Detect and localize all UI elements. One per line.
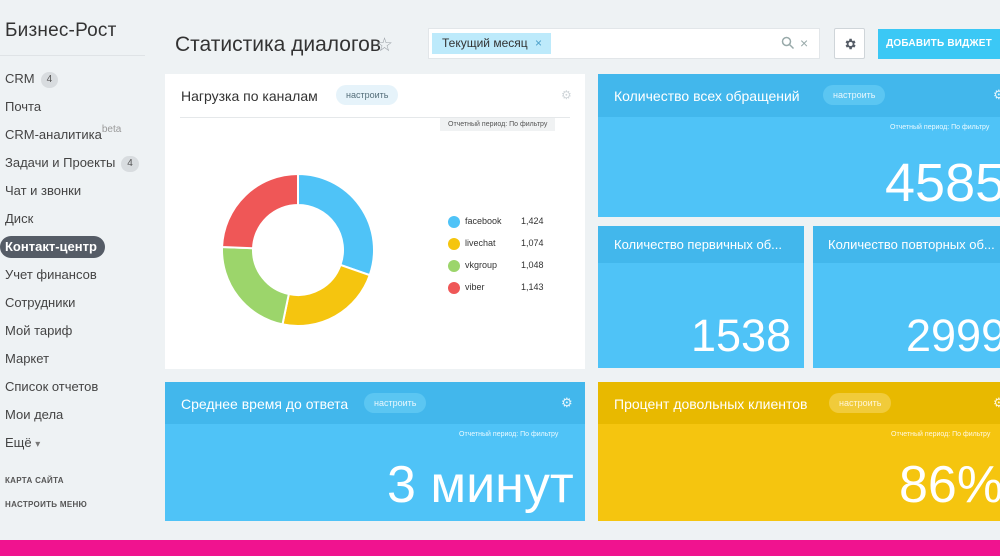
legend-label: viber [465,282,485,292]
widget-first-requests: Количество первичных об... 1538 [598,226,804,368]
sidebar-item-disk[interactable]: Диск [0,208,150,236]
sidebar-item-market[interactable]: Маркет [0,348,150,376]
sidebar-item-crm-analytics[interactable]: CRM-аналитикаbeta [0,124,150,152]
donut-slice-vkgroup[interactable] [221,245,290,326]
sidebar: Бизнес-Рост CRM 4 Почта CRM-аналитикаbeta… [0,0,150,540]
gear-icon[interactable]: ⚙ [561,88,572,102]
legend-item-facebook[interactable]: facebook 1,424 [448,213,568,235]
legend-value: 1,424 [521,216,544,226]
widget-channel-load: Нагрузка по каналам настроить ⚙ Отчетный… [165,74,585,369]
sidebar-item-label: Мои дела [5,407,64,422]
widget-total-requests: Количество всех обращений настроить ⚙ От… [598,74,1000,217]
widget-title: Процент довольных клиентов [614,396,808,412]
clear-icon[interactable]: × [800,33,808,54]
metric-value: 86% [899,456,1000,514]
sidebar-item-label: Маркет [5,351,50,366]
sidebar-item-label: Диск [5,211,34,226]
legend-value: 1,074 [521,238,544,248]
legend-value: 1,048 [521,260,544,270]
sidebar-item-contact-center[interactable]: Контакт-центр [0,236,150,264]
metric-value: 1538 [691,310,792,361]
report-period: Отчетный период: По фильтру [440,118,556,131]
gear-icon[interactable]: ⚙ [993,395,1000,411]
gear-icon[interactable]: ⚙ [561,395,573,411]
configure-button[interactable]: настроить [364,393,427,413]
chart-legend: facebook 1,424 livechat 1,074 vkgroup 1,048 vi… [448,213,568,313]
page-title: Статистика диалогов [175,33,381,56]
settings-button[interactable] [834,28,865,59]
sidebar-item-employees[interactable]: Сотрудники [0,292,150,320]
legend-label: vkgroup [465,260,498,270]
legend-marker [448,282,460,294]
donut-chart [221,172,375,327]
sidebar-item-label: Контакт-центр [0,236,105,258]
divider [0,55,145,56]
widget-repeat-requests: Количество повторных об... 2999 [813,226,1000,368]
donut-slice-facebook[interactable] [297,172,375,277]
sidebar-item-crm[interactable]: CRM 4 [0,68,150,96]
legend-value: 1,143 [521,282,544,292]
report-period: Отчетный период: По фильтру [891,431,991,438]
legend-marker [448,216,460,228]
legend-item-vkgroup[interactable]: vkgroup 1,048 [448,257,568,279]
sidebar-item-my-tasks[interactable]: Мои дела [0,404,150,432]
sidebar-item-label: CRM-аналитика [5,127,102,142]
sitemap-link[interactable]: КАРТА САЙТА [5,476,64,485]
sidebar-item-more[interactable]: Ещё ▾ [0,432,150,460]
configure-button[interactable]: настроить [336,85,399,105]
bottom-bar [0,540,1000,556]
sidebar-nav: CRM 4 Почта CRM-аналитикаbeta Задачи и Пр… [0,68,150,460]
app-logo[interactable]: Бизнес-Рост [5,20,117,42]
gear-icon[interactable]: ⚙ [993,87,1000,103]
star-icon[interactable]: ☆ [376,34,393,57]
widget-title: Среднее время до ответа [181,396,349,412]
configure-button[interactable]: настроить [829,393,892,413]
filter-chip[interactable]: Текущий месяц [432,33,551,54]
sidebar-item-label: Учет финансов [5,267,97,282]
metric-value: 2999 [906,310,1000,361]
chevron-down-icon: ▾ [35,439,41,450]
donut-slice-viber[interactable] [221,172,299,250]
sidebar-item-tasks[interactable]: Задачи и Проекты 4 [0,152,150,180]
sidebar-item-label: Ещё [5,435,32,450]
widget-response-time: Среднее время до ответа настроить ⚙ Отче… [165,382,585,521]
sidebar-item-label: Сотрудники [5,295,76,310]
widget-satisfied-clients: Процент довольных клиентов настроить ⚙ О… [598,382,1000,521]
configure-button[interactable]: настроить [823,85,886,105]
sidebar-item-label: Список отчетов [5,379,99,394]
add-widget-button[interactable]: ДОБАВИТЬ ВИДЖЕТ [878,29,1000,59]
sidebar-item-tariff[interactable]: Мой тариф [0,320,150,348]
sidebar-item-label: CRM [5,71,35,86]
legend-marker [448,238,460,250]
sidebar-item-label: Мой тариф [5,323,73,338]
widget-title: Количество всех обращений [614,88,800,104]
sidebar-item-label: Чат и звонки [5,183,82,198]
legend-label: facebook [465,216,502,226]
gear-icon [845,38,856,50]
close-icon[interactable]: × [535,33,542,54]
donut-slice-livechat[interactable] [281,263,371,327]
widget-title: Количество первичных об... [614,237,783,252]
counter-badge: 4 [121,155,139,172]
configure-menu-link[interactable]: НАСТРОИТЬ МЕНЮ [5,500,87,509]
widget-title: Нагрузка по каналам [181,88,318,104]
sidebar-item-mail[interactable]: Почта [0,96,150,124]
sidebar-item-finance[interactable]: Учет финансов [0,264,150,292]
search-icon[interactable] [781,36,795,55]
legend-item-viber[interactable]: viber 1,143 [448,279,568,301]
report-period: Отчетный период: По фильтру [890,124,990,131]
legend-marker [448,260,460,272]
counter-badge: 4 [40,71,59,88]
legend-label: livechat [465,238,496,248]
widget-title: Количество повторных об... [828,237,995,252]
legend-item-livechat[interactable]: livechat 1,074 [448,235,568,257]
sidebar-item-label: Почта [5,99,42,114]
metric-value: 3 минут [387,456,574,514]
sidebar-item-label: Задачи и Проекты [5,155,116,170]
beta-label: beta [101,124,122,135]
sidebar-item-chat[interactable]: Чат и звонки [0,180,150,208]
metric-value: 4585 [885,153,1000,213]
sidebar-item-reports[interactable]: Список отчетов [0,376,150,404]
report-period: Отчетный период: По фильтру [459,431,559,438]
